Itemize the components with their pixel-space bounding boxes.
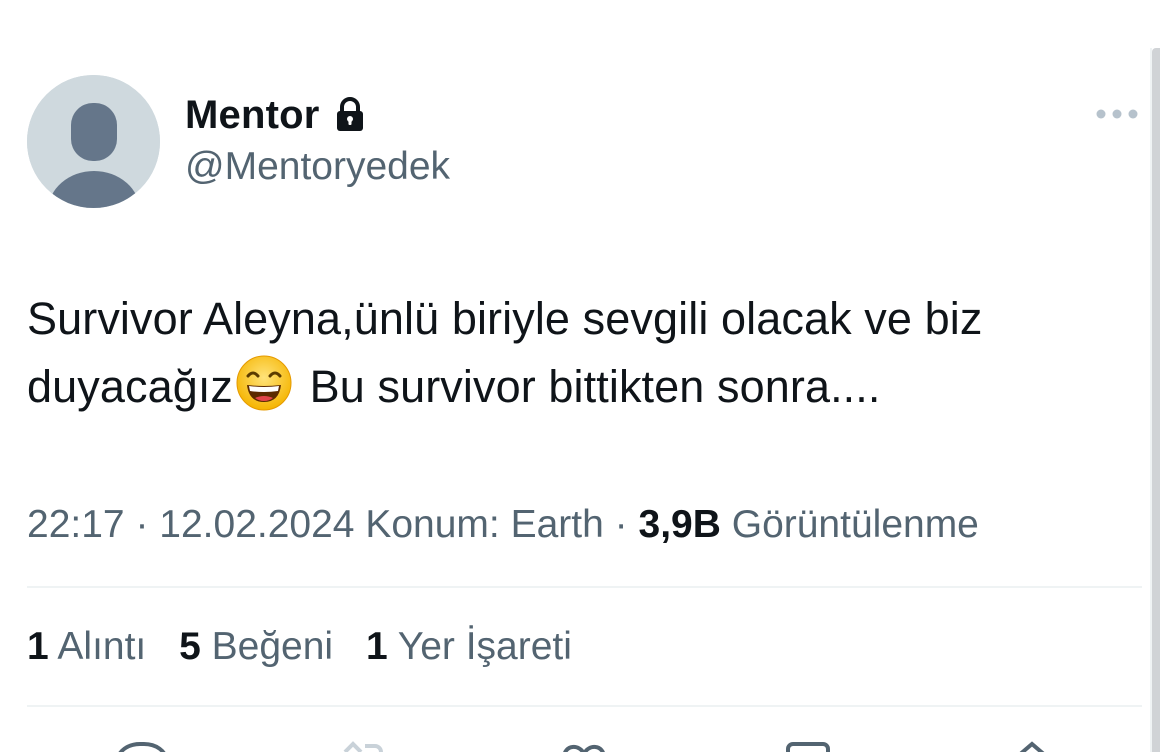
tweet-date[interactable]: 12.02.2024 bbox=[159, 503, 354, 546]
likes-count: 5 bbox=[179, 625, 201, 668]
avatar[interactable] bbox=[27, 75, 160, 208]
bookmarks-count: 1 bbox=[365, 625, 388, 668]
scrollbar[interactable] bbox=[1152, 48, 1160, 752]
display-name-row: Mentor bbox=[185, 90, 366, 140]
tweet-location: Konum: Earth bbox=[365, 503, 604, 546]
bookmarks-label: Yer İşareti bbox=[397, 625, 572, 668]
like-icon[interactable] bbox=[556, 738, 612, 752]
bookmark-icon[interactable] bbox=[782, 738, 838, 752]
more-options-icon[interactable] bbox=[1092, 100, 1142, 128]
engagement-stats: 1 Alıntı 5 Beğeni 1 Yer İşareti bbox=[27, 622, 594, 672]
default-avatar-icon bbox=[27, 75, 160, 208]
reply-icon[interactable] bbox=[112, 738, 168, 752]
quotes-stat[interactable]: 1 Alıntı bbox=[27, 625, 146, 668]
tweet-text-part-2: Bu survivor bittikten sonra.... bbox=[309, 361, 881, 412]
user-handle[interactable]: @Mentoryedek bbox=[185, 145, 450, 189]
likes-label: Beğeni bbox=[211, 625, 334, 668]
meta-separator: · bbox=[614, 503, 628, 546]
tweet-meta: 22:17 · 12.02.2024 Konum: Earth · 3,9B G… bbox=[27, 500, 979, 550]
tweet-text: Survivor Aleyna,ünlü biriyle sevgili ola… bbox=[27, 285, 1127, 421]
divider bbox=[27, 705, 1142, 707]
tweet-detail-page: Mentor @Mentoryedek Survivor Aleyna,ünlü… bbox=[0, 0, 1169, 752]
views-label: Görüntülenme bbox=[731, 503, 979, 546]
divider bbox=[27, 586, 1142, 588]
tweet-time[interactable]: 22:17 bbox=[27, 503, 125, 546]
lock-icon bbox=[334, 97, 366, 133]
share-icon[interactable] bbox=[1004, 738, 1060, 752]
quotes-label: Alıntı bbox=[57, 625, 147, 668]
action-bar bbox=[0, 738, 1150, 752]
quotes-count: 1 bbox=[27, 625, 49, 668]
meta-separator: · bbox=[135, 503, 149, 546]
retweet-icon[interactable] bbox=[335, 738, 391, 752]
views-count: 3,9B bbox=[638, 503, 721, 546]
grinning-face-emoji-icon bbox=[235, 354, 293, 412]
likes-stat[interactable]: 5 Beğeni bbox=[179, 625, 333, 668]
display-name[interactable]: Mentor bbox=[185, 93, 320, 138]
bookmarks-stat[interactable]: 1 Yer İşareti bbox=[366, 625, 572, 668]
